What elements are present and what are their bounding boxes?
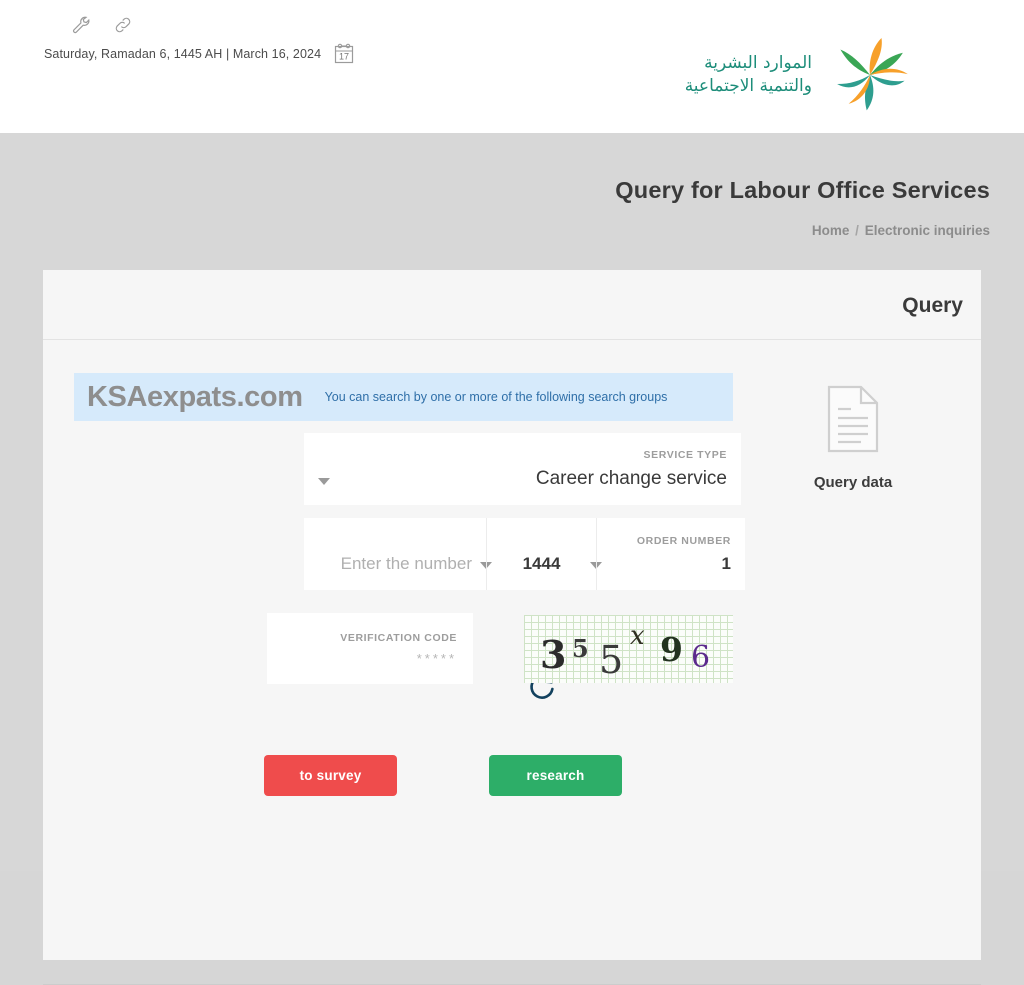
verification-code-label: VERIFICATION CODE xyxy=(340,631,457,644)
hijri-gregorian-date: Saturday, Ramadan 6, 1445 AH | March 16,… xyxy=(44,46,322,61)
ministry-logo-mark xyxy=(828,38,912,112)
link-icon[interactable] xyxy=(112,14,134,36)
captcha-char-4: x xyxy=(630,621,645,651)
logo-text-line-1: الموارد البشرية xyxy=(704,53,812,74)
order-number-field[interactable]: Enter the number 1444 ORDER NUMBER 1 xyxy=(304,518,745,590)
query-data-label: Query data xyxy=(813,474,893,491)
calendar-day-number: 17 xyxy=(339,52,349,62)
breadcrumb-separator: / xyxy=(855,223,859,238)
page-title: Query for Labour Office Services xyxy=(615,177,990,203)
research-button[interactable]: research xyxy=(489,755,622,796)
site-watermark: KSAexpats.com xyxy=(87,380,303,413)
captcha-char-2: 5 xyxy=(572,634,589,663)
page-body: Query for Labour Office Services Home / … xyxy=(0,133,1024,985)
date-row: Saturday, Ramadan 6, 1445 AH | March 16,… xyxy=(44,42,355,65)
query-data-widget[interactable]: Query data xyxy=(783,385,923,491)
service-type-segment[interactable]: SERVICE TYPE Career change service xyxy=(304,433,741,505)
captcha-char-6: 6 xyxy=(691,640,711,675)
site-header: Saturday, Ramadan 6, 1445 AH | March 16,… xyxy=(0,0,1024,133)
verification-code-input[interactable]: ***** xyxy=(283,651,457,666)
captcha-char-3: 5 xyxy=(599,638,624,682)
query-card: Query KSAexpats.com You can search by on… xyxy=(43,270,981,960)
ministry-logo: الموارد البشرية والتنمية الاجتماعية xyxy=(685,38,912,112)
search-hint-banner: KSAexpats.com You can search by one or m… xyxy=(74,373,733,421)
service-type-field[interactable]: SERVICE TYPE Career change service xyxy=(304,433,741,505)
to-survey-button[interactable]: to survey xyxy=(264,755,397,796)
calendar-icon: 17 xyxy=(333,42,355,65)
service-type-value: Career change service xyxy=(535,467,727,489)
order-year-segment[interactable]: 1444 xyxy=(486,518,602,590)
captcha-image: 3 5 5 x 9 6 xyxy=(524,615,733,683)
service-type-label: SERVICE TYPE xyxy=(643,448,727,461)
breadcrumb-home[interactable]: Home xyxy=(812,223,850,238)
logo-text-line-2: والتنمية الاجتماعية xyxy=(684,76,812,96)
header-tool-icons xyxy=(44,14,355,36)
order-number-segment[interactable]: ORDER NUMBER 1 xyxy=(596,518,745,590)
wrench-icon[interactable] xyxy=(70,14,92,36)
order-year-value: 1444 xyxy=(522,553,561,573)
search-hint-text: You can search by one or more of the fol… xyxy=(324,390,668,404)
verification-code-field[interactable]: VERIFICATION CODE ***** xyxy=(267,613,473,684)
breadcrumb-current: Electronic inquiries xyxy=(864,223,990,238)
order-number-input-placeholder: Enter the number xyxy=(340,553,472,573)
document-icon xyxy=(823,385,883,457)
header-left-block: Saturday, Ramadan 6, 1445 AH | March 16,… xyxy=(44,14,355,65)
order-number-label: ORDER NUMBER xyxy=(636,534,731,547)
query-card-title: Query xyxy=(902,294,963,317)
breadcrumb: Home / Electronic inquiries xyxy=(812,223,990,238)
query-card-header: Query xyxy=(43,270,981,340)
verification-code-segment[interactable]: VERIFICATION CODE ***** xyxy=(267,613,473,684)
order-number-value: 1 xyxy=(721,553,731,573)
ministry-logo-text: الموارد البشرية والتنمية الاجتماعية xyxy=(685,52,812,98)
chevron-down-icon[interactable] xyxy=(318,478,330,485)
captcha-char-1: 3 xyxy=(540,632,567,677)
order-number-input-segment[interactable]: Enter the number xyxy=(304,518,492,590)
captcha-char-5: 9 xyxy=(660,630,683,669)
